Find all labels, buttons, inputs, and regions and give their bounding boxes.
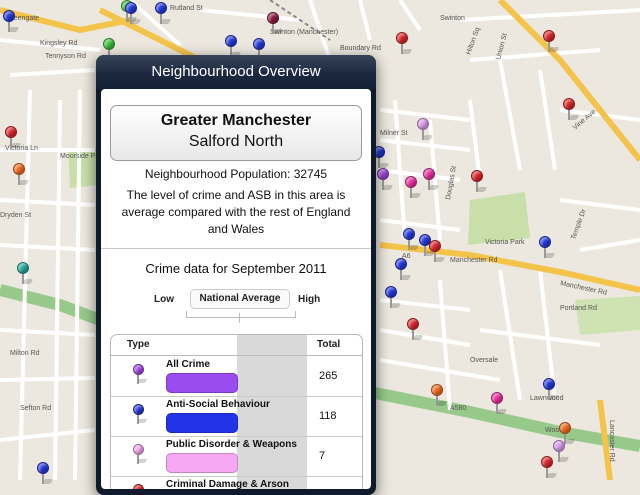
crime-level-bar [166,453,238,473]
column-header-type: Type [127,339,150,350]
population-text: Neighbourhood Population: 32745 [144,167,328,181]
crime-pin-icon[interactable] [0,10,20,36]
map-label-portland-rd: Portland Rd [560,305,597,312]
crime-pin-icon[interactable] [382,286,402,312]
crime-type-label: All Crime [166,359,210,370]
map-label-a580: A580 [450,405,466,412]
crime-pin-icon[interactable] [414,118,434,144]
crime-pin-icon[interactable] [402,176,422,202]
victoria-park-area [468,192,530,245]
crime-pin-icon[interactable] [393,32,413,58]
scale-low-label: Low [154,294,174,305]
crime-type-table: Type Total All Crime 265 Anti-Social Behav… [110,334,363,489]
crime-pin-icon[interactable] [14,262,34,288]
crime-pin-icon[interactable] [550,440,570,466]
map-label-lancaster-rd: Lancaster Rd [608,420,615,462]
crime-pin-icon[interactable] [392,258,412,284]
crime-pin-icon[interactable] [404,318,424,344]
crime-type-label: Criminal Damage & Arson [166,479,289,489]
column-header-total: Total [317,339,341,350]
crime-pin-icon[interactable] [540,378,560,404]
popover-body: Greater Manchester Salford North Neighbo… [101,89,371,489]
map-label-swinton: Swinton [440,15,465,22]
crime-level-bar [166,373,238,393]
crime-pin-icon[interactable] [426,240,446,266]
map-label-kingsley-rd: Kingsley Rd [40,40,77,47]
crime-pin-icon[interactable] [488,392,508,418]
map-label-manchester-rd: Manchester Rd [450,257,498,264]
map-label-oversale: Oversale [470,357,498,364]
scale-ruler [186,311,296,318]
crime-pin-icon[interactable] [264,12,284,38]
table-header: Type Total [111,335,362,356]
table-row[interactable]: All Crime 265 [111,356,362,397]
area-box: Greater Manchester Salford North [110,105,362,161]
crime-pin-icon[interactable] [10,163,30,189]
crime-pin-icon[interactable] [2,126,22,152]
divider [101,248,371,249]
crime-pin-icon[interactable] [152,2,172,28]
table-row[interactable]: Public Disorder & Weapons 7 [111,436,362,477]
crime-pin-icon[interactable] [34,462,54,488]
area-name: Salford North [188,133,284,150]
map-label-tennyson-rd: Tennyson Rd [45,53,86,60]
crime-total: 7 [319,450,326,462]
crime-total: 265 [319,370,338,382]
crime-pin-icon[interactable] [420,168,440,194]
scale-average-label: National Average [190,289,290,309]
crime-type-label: Anti-Social Behaviour [166,399,270,410]
map-label-milner-st: Milner St [380,130,408,137]
map-label-milton-rd: Milton Rd [10,350,40,357]
scale-high-label: High [298,294,321,305]
map-label-dryden-st: Dryden St [0,212,31,219]
crime-pin-icon[interactable] [536,236,556,262]
map-label-sefton-rd: Sefton Rd [20,405,51,412]
map-label-rutland-st: Rutland St [170,5,203,12]
crime-data-heading: Crime data for September 2011 [145,261,327,276]
crime-type-pin-icon [132,484,148,489]
neighbourhood-overview-popover: Neighbourhood Overview Greater Mancheste… [96,55,376,495]
crime-type-pin-icon [132,364,148,386]
crime-level-scale: Low National Average High [101,287,371,323]
crime-pin-icon[interactable] [428,384,448,410]
region-name: Greater Manchester [160,112,312,129]
crime-pin-icon[interactable] [560,98,580,124]
crime-level-bar [166,413,238,433]
crime-pin-icon[interactable] [374,168,394,194]
table-row[interactable]: Criminal Damage & Arson [111,476,362,489]
green-area-right [575,296,640,335]
crime-summary-text: The level of crime and ASB in this area … [121,188,351,236]
crime-pin-icon[interactable] [122,2,142,28]
crime-pin-icon[interactable] [468,170,488,196]
crime-type-pin-icon [132,444,148,466]
map-label-boundary-rd: Boundary Rd [340,45,381,52]
crime-pin-icon[interactable] [540,30,560,56]
crime-total: 118 [319,410,337,422]
scale-midpoint [239,313,240,323]
crime-type-pin-icon [132,404,148,426]
map-label-victoria-park: Victoria Park [485,239,525,246]
table-row[interactable]: Anti-Social Behaviour 118 [111,396,362,437]
crime-type-label: Public Disorder & Weapons [166,439,297,450]
popover-title: Neighbourhood Overview [96,55,376,89]
